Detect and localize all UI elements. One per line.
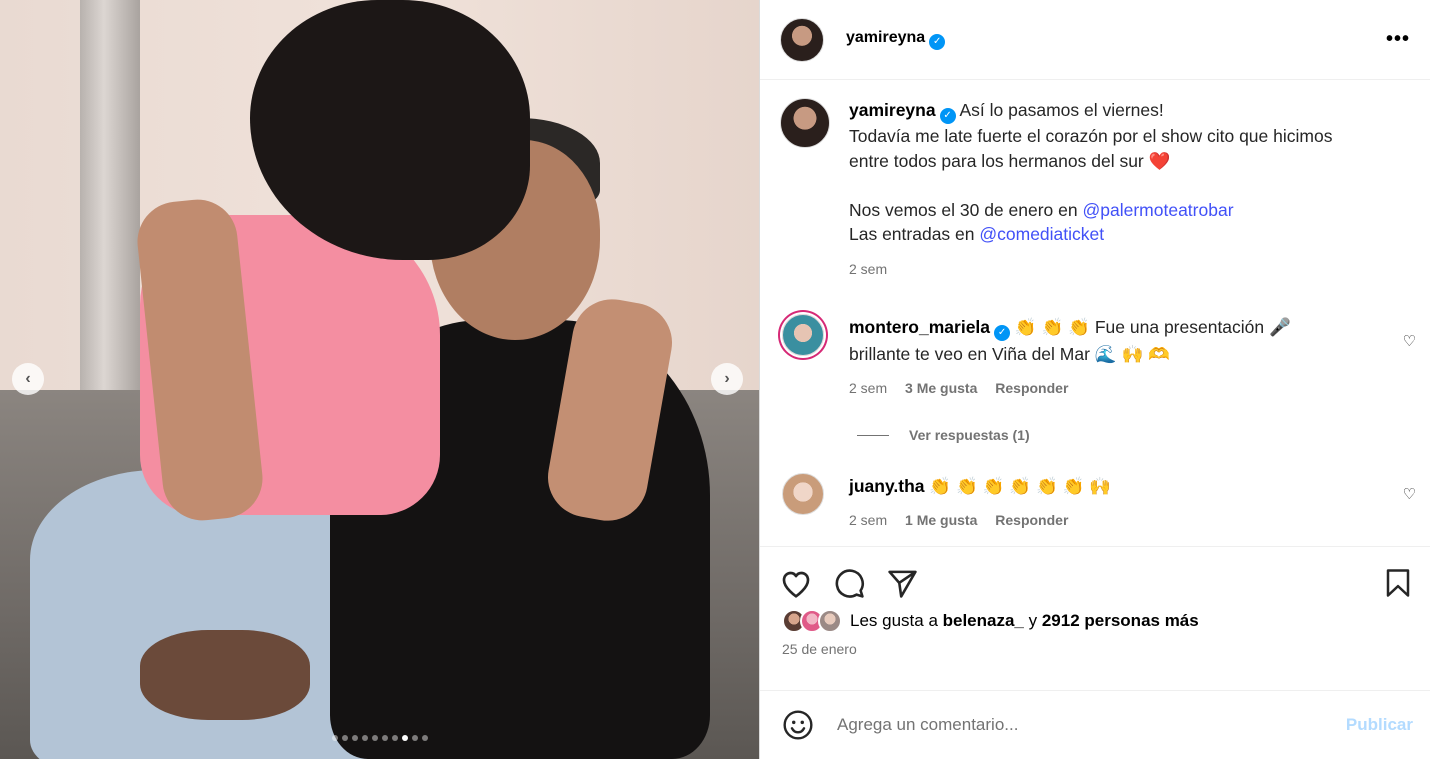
comment-avatar[interactable]	[782, 473, 824, 515]
carousel-dot	[391, 735, 398, 741]
caption-line4: Nos vemos el 30 de enero en	[849, 199, 1083, 220]
post-header: yamireyna ✓ •••	[760, 0, 1430, 80]
verified-icon: ✓	[939, 108, 956, 124]
caption-line3: entre todos para los hermanos del sur ❤️	[849, 150, 1171, 171]
emoji-icon[interactable]	[782, 709, 814, 741]
carousel-next-button[interactable]: ›	[711, 363, 743, 395]
caption-body: yamireyna ✓ Así lo pasamos el viernes! To…	[849, 98, 1332, 281]
author-username-text[interactable]: yamireyna	[846, 29, 925, 46]
carousel-dot	[401, 735, 408, 741]
post-actions: Les gusta a belenaza_ y 2912 personas má…	[760, 546, 1430, 690]
comment-time[interactable]: 2 sem	[849, 512, 887, 528]
chevron-right-icon: ›	[724, 370, 730, 387]
comment-likes[interactable]: 1 Me gusta	[905, 512, 977, 528]
comment-like-heart-icon[interactable]: ♡	[1403, 485, 1416, 503]
view-replies-button[interactable]: Ver respuestas (1)	[857, 427, 1430, 443]
share-icon[interactable]	[887, 569, 918, 598]
verified-icon: ✓	[994, 325, 1011, 341]
likes-count[interactable]: 2912 personas más	[1042, 611, 1199, 631]
comment-text-line2: brillante te veo en Viña del Mar 🌊 🙌 🫶	[849, 344, 1170, 364]
mention-link[interactable]: @comediaticket	[979, 224, 1104, 244]
liker-avatar	[818, 609, 842, 633]
comment-icon[interactable]	[834, 568, 865, 599]
author-username[interactable]: yamireyna ✓	[846, 29, 946, 50]
add-comment-bar: Publicar	[760, 690, 1430, 759]
reply-button[interactable]: Responder	[995, 380, 1068, 396]
author-avatar[interactable]	[780, 17, 824, 62]
carousel-dot	[351, 735, 358, 741]
likes-middle: y	[1023, 611, 1042, 630]
comment-username[interactable]: juany.tha	[849, 476, 925, 496]
likes-summary[interactable]: Les gusta a belenaza_ y 2912 personas má…	[760, 609, 1430, 633]
carousel-dot	[341, 735, 348, 741]
bookmark-icon[interactable]	[1385, 568, 1411, 598]
comment-username[interactable]: montero_mariela	[849, 317, 990, 337]
carousel-dot	[361, 735, 368, 741]
post-date[interactable]: 25 de enero	[760, 633, 1430, 657]
photo-pillar	[80, 0, 140, 430]
caption-username[interactable]: yamireyna	[849, 100, 936, 120]
comment-item: montero_mariela ✓ 👏 👏 👏 Fue una presentac…	[760, 314, 1430, 401]
carousel-dot	[381, 735, 388, 741]
comment-likes[interactable]: 3 Me gusta	[905, 380, 977, 396]
caption: yamireyna ✓ Así lo pasamos el viernes! To…	[760, 80, 1430, 281]
liker-avatars	[782, 609, 842, 633]
caption-line1: Así lo pasamos el viernes!	[959, 100, 1164, 120]
caption-avatar[interactable]	[780, 98, 830, 148]
carousel-dot	[421, 735, 428, 741]
comment-input[interactable]	[837, 715, 1346, 735]
carousel-dot	[371, 735, 378, 741]
carousel-dot	[331, 735, 338, 741]
comment-text: 👏 👏 👏 Fue una presentación 🎤	[1014, 317, 1291, 337]
more-icon[interactable]: •••	[1386, 28, 1410, 51]
comment-time[interactable]: 2 sem	[849, 380, 887, 396]
comment-avatar[interactable]	[782, 314, 824, 356]
reply-button[interactable]: Responder	[995, 512, 1068, 528]
heart-icon[interactable]	[780, 568, 812, 598]
photo-hand	[140, 630, 310, 720]
comment-like-heart-icon[interactable]: ♡	[1403, 332, 1416, 350]
publish-button[interactable]: Publicar	[1346, 715, 1413, 735]
caption-line2: Todavía me late fuerte el corazón por el…	[849, 126, 1333, 146]
carousel-prev-button[interactable]: ‹	[12, 363, 44, 395]
carousel-dot	[411, 735, 418, 741]
carousel-dots	[0, 735, 759, 741]
likes-prefix: Les gusta a	[850, 611, 943, 630]
post-media[interactable]: ‹ ›	[0, 0, 759, 759]
comment-item: juany.tha 👏 👏 👏 👏 👏 👏 🙌 2 sem 1 Me gusta…	[760, 473, 1430, 533]
verified-icon: ✓	[929, 34, 946, 50]
caption-time[interactable]: 2 sem	[849, 261, 887, 277]
comment-text: 👏 👏 👏 👏 👏 👏 🙌	[929, 476, 1112, 496]
caption-line5: Las entradas en	[849, 224, 980, 244]
chevron-left-icon: ‹	[25, 370, 31, 387]
post-panel: yamireyna ✓ ••• yamireyna ✓ Así lo pasamos…	[759, 0, 1430, 759]
comments-list[interactable]: yamireyna ✓ Así lo pasamos el viernes! To…	[760, 80, 1430, 546]
mention-link[interactable]: @palermoteatrobar	[1082, 200, 1233, 220]
likes-user[interactable]: belenaza_	[943, 611, 1024, 631]
